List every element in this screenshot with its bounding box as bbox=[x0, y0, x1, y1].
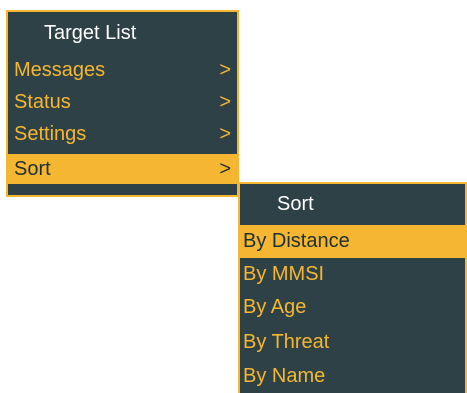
sort-submenu: Sort By Distance By MMSI By Age By Threa… bbox=[238, 182, 467, 393]
submenu-title: Sort bbox=[277, 193, 314, 215]
menu-item-label: Settings bbox=[14, 123, 87, 145]
sort-item-label: By MMSI bbox=[243, 263, 325, 285]
target-list-menu: Target List Messages > Status > Settings… bbox=[6, 10, 239, 197]
menu-item-label: Messages bbox=[14, 59, 106, 81]
chevron-right-icon: > bbox=[219, 91, 231, 113]
sort-item-by-name[interactable]: By Name bbox=[240, 360, 465, 393]
chevron-right-icon: > bbox=[219, 59, 231, 81]
sort-item-label: By Distance bbox=[243, 230, 350, 252]
menu-item-label: Sort bbox=[14, 158, 51, 180]
sort-item-label: By Threat bbox=[243, 331, 330, 353]
menu-item-label: Status bbox=[14, 91, 71, 113]
chevron-right-icon: > bbox=[219, 123, 231, 145]
sort-item-by-mmsi[interactable]: By MMSI bbox=[240, 258, 465, 291]
chevron-right-icon: > bbox=[219, 158, 231, 180]
menu-item-status[interactable]: Status > bbox=[8, 87, 237, 117]
menu-item-settings[interactable]: Settings > bbox=[8, 119, 237, 149]
sort-item-by-age[interactable]: By Age bbox=[240, 291, 465, 324]
sort-item-by-threat[interactable]: By Threat bbox=[240, 326, 465, 359]
menu-item-messages[interactable]: Messages > bbox=[8, 55, 237, 85]
sort-item-by-distance[interactable]: By Distance bbox=[240, 225, 465, 258]
menu-title: Target List bbox=[44, 22, 137, 44]
sort-item-label: By Age bbox=[243, 296, 307, 318]
menu-item-sort[interactable]: Sort > bbox=[8, 154, 237, 184]
sort-item-label: By Name bbox=[243, 365, 326, 387]
